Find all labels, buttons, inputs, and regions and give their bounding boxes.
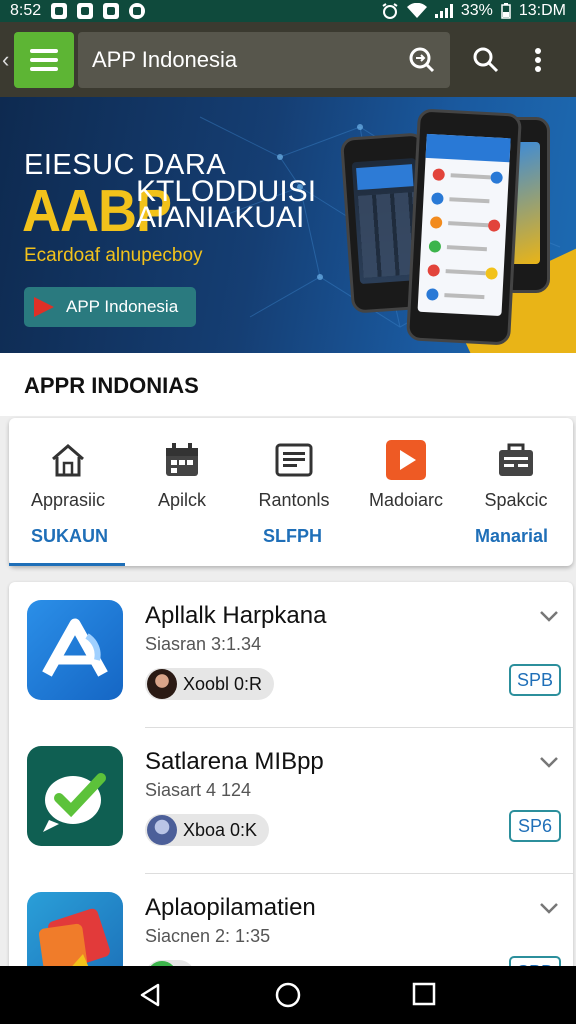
chevron-down-icon[interactable] [539, 756, 559, 768]
battery-percent: 33% [460, 2, 493, 19]
app-list: Apllalk Harpkana Siasran 3:1.34 Xoobl 0:… [9, 582, 573, 972]
video-play-icon [386, 440, 426, 480]
selected-tab-indicator [9, 563, 125, 566]
home-icon [52, 444, 84, 477]
recents-square-icon[interactable] [412, 982, 436, 1006]
search-text: APP Indonesia [92, 46, 238, 72]
category-item-briefcase[interactable]: Spakcic [461, 438, 571, 511]
back-triangle-icon[interactable] [138, 982, 164, 1008]
avatar [147, 815, 177, 845]
developer-chip[interactable]: Xboa 0:K [145, 814, 270, 846]
alarm-icon [382, 3, 398, 19]
category-item-news[interactable]: Rantonls [239, 438, 349, 511]
news-icon [275, 443, 313, 477]
signal-icon [434, 4, 453, 18]
notification-icon [129, 3, 146, 19]
developer-name: Xoobl 0:R [183, 673, 263, 694]
banner-headline-side: KTLODDUISI AIANIAKUAI [136, 175, 317, 234]
list-item[interactable]: Satlarena MIBpp Siasart 4 124 Xboa 0:K S… [9, 728, 573, 874]
developer-chip[interactable]: Xoobl 0:R [145, 668, 275, 700]
status-time: 8:52 [10, 2, 42, 19]
app-title: Apllalk Harpkana [145, 602, 327, 629]
size-badge[interactable]: SP6 [509, 810, 561, 842]
search-refresh-icon[interactable] [408, 46, 436, 74]
app-title: Satlarena MIBpp [145, 748, 324, 775]
green-check-logo-icon [27, 746, 123, 846]
calendar-icon [166, 443, 198, 476]
tab-slfph[interactable]: SLFPH [263, 526, 322, 547]
app-subtitle: Siacnen 2: 1:35 [145, 926, 271, 946]
overflow-menu-button[interactable] [516, 32, 560, 88]
size-badge[interactable]: SPB [509, 664, 561, 696]
banner-button-label: APP Indonesia [66, 297, 179, 316]
more-vert-icon [535, 47, 541, 72]
briefcase-icon [499, 443, 533, 476]
tab-sukaun[interactable]: SUKAUN [31, 526, 108, 547]
search-button[interactable] [464, 32, 508, 88]
search-input[interactable]: APP Indonesia [78, 31, 450, 88]
list-item[interactable]: Aplaopilamatien Siacnen 2: 1:35 SPB [9, 874, 573, 972]
hamburger-menu-icon [30, 48, 58, 53]
category-label: Apilck [157, 490, 206, 510]
banner-tagline: Ecardoaf alnupecboy [24, 245, 203, 266]
app-subtitle: Siasart 4 124 [145, 780, 252, 800]
app-subtitle: Siasran 3:1.34 [145, 634, 262, 654]
notification-icon [51, 3, 68, 19]
app-title: Aplaopilamatien [145, 894, 316, 921]
banner-button[interactable]: APP Indonesia [24, 287, 196, 327]
list-item[interactable]: Apllalk Harpkana Siasran 3:1.34 Xoobl 0:… [9, 582, 573, 728]
promo-banner[interactable]: EIESUC DARA AABP KTLODDUISI AIANIAKUAI E… [0, 97, 576, 353]
menu-button[interactable] [14, 31, 74, 88]
battery-icon [501, 3, 511, 19]
category-item-video[interactable]: Madoiarc [351, 438, 461, 511]
system-nav-bar [0, 966, 576, 1024]
category-label: Apprasiic [30, 490, 106, 510]
app-bar: ‹ APP Indonesia [0, 22, 576, 97]
status-bar: 8:52 33% 13:DM [0, 0, 576, 22]
developer-name: Xboa 0:K [183, 819, 258, 840]
category-label: Rantonls [258, 490, 330, 510]
search-icon [473, 47, 499, 72]
wifi-icon [406, 3, 427, 18]
blue-a-logo-icon [27, 600, 123, 700]
phone-illustration [406, 108, 522, 346]
category-card: Apprasiic Apilck Rantonls Madoiarc Spakc… [9, 418, 573, 566]
chevron-left-icon[interactable]: ‹ [2, 47, 14, 73]
notification-icon [103, 3, 120, 19]
home-circle-icon[interactable] [275, 982, 301, 1008]
tab-manarial[interactable]: Manarial [475, 526, 548, 547]
category-label: Madoiarc [368, 490, 444, 510]
play-icon [34, 297, 54, 317]
section-title: APPR INDONIAS [0, 353, 576, 416]
category-item-calendar[interactable]: Apilck [127, 438, 237, 511]
chevron-down-icon[interactable] [539, 902, 559, 914]
chevron-down-icon[interactable] [539, 610, 559, 622]
category-label: Spakcic [484, 490, 548, 510]
colorful-card-logo-icon [27, 892, 123, 972]
category-item-home[interactable]: Apprasiic [13, 438, 123, 511]
status-clock: 13:DM [518, 2, 566, 19]
notification-icon [77, 3, 94, 19]
avatar [147, 669, 177, 699]
